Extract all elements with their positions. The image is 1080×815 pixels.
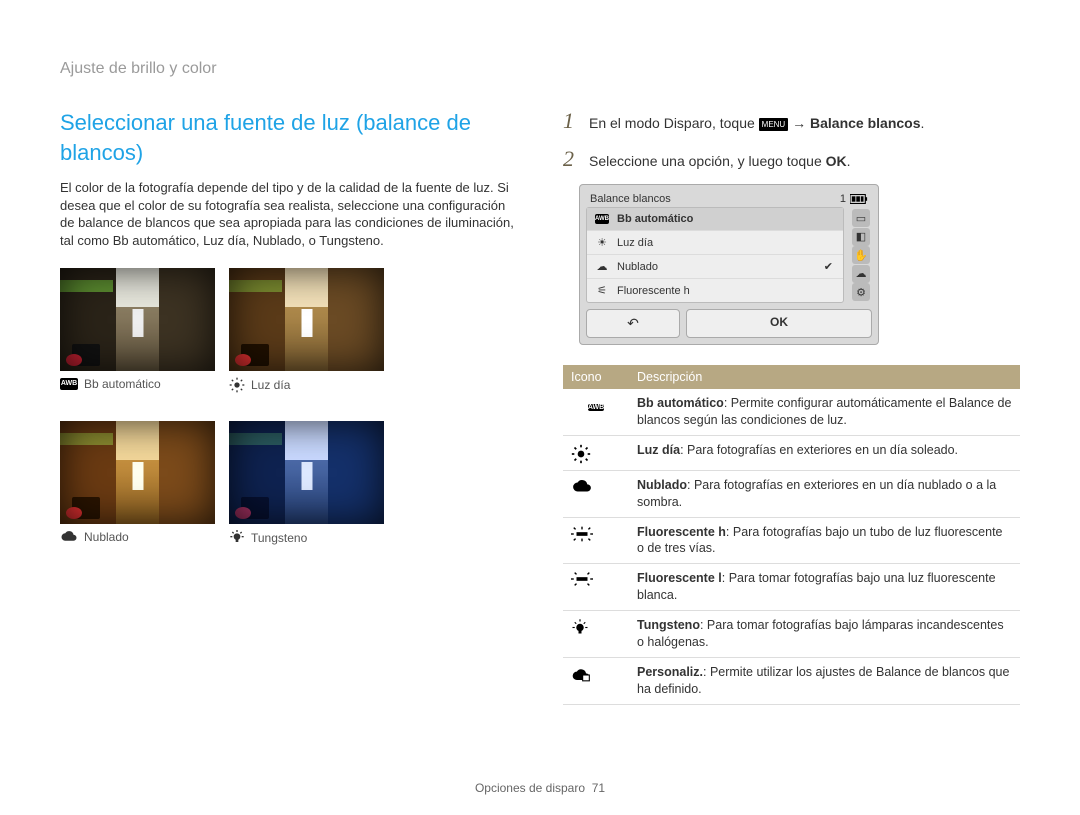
table-row: Nublado: Para fotografías en exteriores … [563, 470, 1020, 517]
ok-text-icon: OK [826, 153, 847, 169]
lcd-row-daylight[interactable]: ☀Luz día [587, 231, 843, 255]
lcd-side-icon-5[interactable]: ⚙ [852, 283, 870, 301]
cloud-icon [571, 479, 621, 495]
lcd-count: 1 [840, 193, 846, 205]
lcd-title: Balance blancos [590, 193, 671, 205]
lcd-side-icon-1[interactable]: ▭ [852, 209, 870, 227]
awb-icon: AWB [588, 404, 604, 411]
battery-icon [850, 194, 868, 204]
sample-cloudy: Nublado [60, 421, 215, 546]
sample-daylight-label: Luz día [251, 378, 290, 392]
sample-tungsten-label: Tungsteno [251, 531, 307, 545]
awb-icon: AWB [60, 378, 78, 390]
sun-icon [229, 377, 245, 393]
step-1: 1 En el modo Disparo, toque MENU → Balan… [563, 108, 1020, 134]
lcd-side-icon-4[interactable]: ☁ [852, 265, 870, 283]
lcd-row-cloudy[interactable]: ☁Nublado✔ [587, 255, 843, 279]
lcd-back-button[interactable]: ↶ [586, 309, 680, 338]
lcd-list: AWBBb automático ☀Luz día ☁Nublado✔ ⚟Flu… [586, 207, 844, 303]
table-head-desc: Descripción [629, 365, 1020, 389]
sample-auto: AWB Bb automático [60, 268, 215, 393]
lcd-side-icon-2[interactable]: ◧ [852, 228, 870, 246]
table-row: Personaliz.: Permite utilizar los ajuste… [563, 657, 1020, 704]
check-icon: ✔ [824, 260, 833, 273]
lcd-row-fluoh[interactable]: ⚟Fluorescente h [587, 279, 843, 302]
bulb-icon [571, 619, 621, 639]
sample-cloudy-label: Nublado [84, 530, 129, 544]
cloud-icon [60, 530, 78, 544]
table-row: Tungsteno: Para tomar fotografías bajo l… [563, 611, 1020, 658]
back-arrow-icon: ↶ [627, 315, 639, 331]
breadcrumb: Ajuste de brillo y color [60, 60, 1020, 78]
sample-auto-label: Bb automático [84, 377, 161, 391]
bulb-icon [229, 530, 245, 546]
fluorescent-l-icon [571, 572, 621, 586]
sample-daylight: Luz día [229, 268, 384, 393]
page-footer: Opciones de disparo 71 [60, 781, 1020, 795]
table-row: AWB Bb automático: Permite configurar au… [563, 389, 1020, 435]
table-row: Luz día: Para fotografías en exteriores … [563, 435, 1020, 470]
fluorescent-h-icon [571, 526, 621, 542]
lcd-row-auto[interactable]: AWBBb automático [587, 208, 843, 231]
sample-tungsten: Tungsteno [229, 421, 384, 546]
sun-icon [571, 444, 621, 464]
table-row: Fluorescente h: Para fotografías bajo un… [563, 517, 1020, 564]
custom-icon [571, 666, 621, 684]
camera-lcd: Balance blancos 1 AWBBb automático ☀Luz … [579, 184, 879, 345]
page-title: Seleccionar una fuente de luz (balance d… [60, 108, 517, 167]
step-2-number: 2 [563, 146, 579, 172]
lcd-side-icon-3[interactable]: ✋ [852, 246, 870, 264]
wb-sample-grid: AWB Bb automático Luz día Nublado [60, 268, 517, 546]
lcd-ok-button[interactable]: OK [686, 309, 872, 338]
menu-icon: MENU [759, 118, 789, 131]
description-table: Icono Descripción AWB Bb automático: Per… [563, 365, 1020, 705]
step-1-number: 1 [563, 108, 579, 134]
table-row: Fluorescente l: Para tomar fotografías b… [563, 564, 1020, 611]
intro-text: El color de la fotografía depende del ti… [60, 179, 517, 249]
table-head-icon: Icono [563, 365, 629, 389]
step-2: 2 Seleccione una opción, y luego toque O… [563, 146, 1020, 172]
